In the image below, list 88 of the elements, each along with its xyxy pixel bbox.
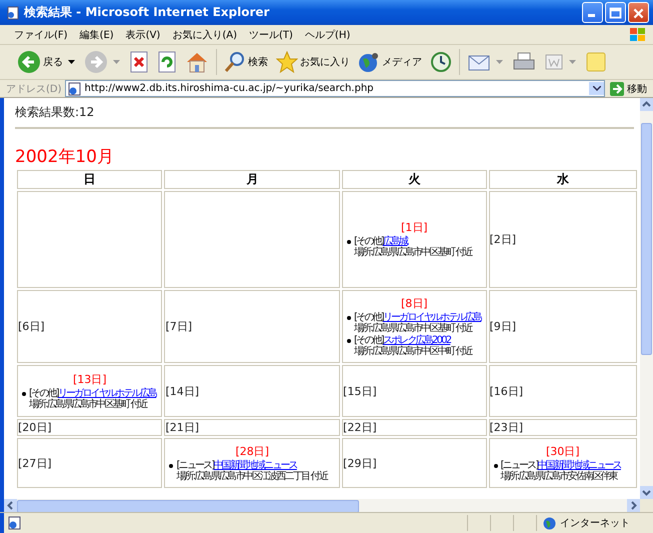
day-label: [29日] xyxy=(343,456,377,470)
favorites-button[interactable]: お気に入り xyxy=(273,49,353,75)
back-icon xyxy=(17,50,41,74)
event-place: 場所:広島県広島市中区江波西二丁目 付近 xyxy=(176,470,328,482)
day-label: [9日] xyxy=(490,320,516,333)
globe-icon xyxy=(358,51,380,73)
media-button[interactable]: メディア xyxy=(355,49,425,75)
weekday-header: 火 xyxy=(342,170,486,189)
day-label: [16日] xyxy=(490,384,524,398)
month-heading: 2002年10月 xyxy=(15,146,115,168)
search-button[interactable]: 検索 xyxy=(221,49,271,75)
bullet-icon xyxy=(169,464,174,468)
event-link[interactable]: リーガロイヤルホテル広島 xyxy=(382,312,482,322)
day-label: [2日] xyxy=(490,233,516,246)
event-place: 場所:広島県広島市中区中町 付近 xyxy=(354,346,472,356)
address-field[interactable]: http://www2.db.its.hiroshima-cu.ac.jp/~yurika/search.php xyxy=(64,80,605,97)
page-icon xyxy=(8,516,22,530)
menu-item[interactable]: ツール(T) xyxy=(243,28,299,42)
menu-item[interactable]: 表示(V) xyxy=(120,28,166,42)
bullet-icon xyxy=(494,464,498,468)
horizontal-scrollbar[interactable] xyxy=(4,499,640,512)
day-label: [20日] xyxy=(18,421,52,434)
caret-icon[interactable] xyxy=(68,60,75,64)
home-icon xyxy=(185,50,209,74)
window-title: 検索結果 - Microsoft Internet Explorer xyxy=(24,4,270,21)
menu-item[interactable]: ファイル(F) xyxy=(8,28,74,42)
day-label: [22日] xyxy=(343,421,377,434)
stop-icon xyxy=(129,51,149,73)
page-icon xyxy=(6,6,20,20)
event-link[interactable]: スポレク広島2002 xyxy=(382,334,450,346)
zone-label: インターネット xyxy=(560,517,630,530)
event-category: [その他] xyxy=(29,388,58,398)
event-place: 場所:広島県広島市中区基町 付近 xyxy=(354,247,472,258)
event-category: [その他] xyxy=(354,312,383,322)
menu-item[interactable]: 編集(E) xyxy=(74,28,120,42)
event-category: [その他] xyxy=(354,334,383,346)
menu-item[interactable]: ヘルプ(H) xyxy=(298,28,356,42)
bullet-icon xyxy=(347,316,352,320)
day-label: [21日] xyxy=(165,421,200,434)
event-place: 場所:広島県広島市中区基町 付近 xyxy=(29,398,148,410)
day-label: [1日] xyxy=(400,220,429,235)
history-icon xyxy=(430,51,452,73)
weekday-header: 日 xyxy=(17,170,162,189)
search-icon xyxy=(224,51,246,73)
day-label: [13日] xyxy=(72,372,108,386)
day-label: [23日] xyxy=(490,421,524,434)
day-label: [30日] xyxy=(544,444,581,458)
event-category: [その他] xyxy=(354,236,383,247)
note-icon xyxy=(585,51,607,73)
event-link[interactable]: 中国新聞 地域ニュース xyxy=(538,460,621,470)
bullet-icon xyxy=(22,392,26,396)
minimize-button[interactable] xyxy=(582,2,603,23)
result-count: 検索結果数:12 xyxy=(15,104,96,121)
go-button[interactable]: 移動 xyxy=(608,82,649,96)
document-icon xyxy=(544,52,564,72)
address-label: アドレス(D) xyxy=(6,82,62,96)
day-label: [8日] xyxy=(400,296,429,310)
page-icon xyxy=(68,82,82,96)
arrow-right-icon xyxy=(610,82,624,96)
refresh-icon xyxy=(157,51,177,73)
menu-item[interactable]: お気に入り(A) xyxy=(166,28,243,42)
bullet-icon xyxy=(347,338,352,342)
minimize-icon xyxy=(588,14,595,17)
day-label: [14日] xyxy=(165,384,200,398)
event-place: 場所:広島県広島市中区基町 付近 xyxy=(354,322,474,334)
event-link[interactable]: リーガロイヤルホテル広島 xyxy=(58,388,156,398)
day-label: [7日] xyxy=(165,320,192,333)
forward-icon xyxy=(84,50,108,74)
event-category: [ニュース] xyxy=(176,460,214,470)
event-category: [ニュース] xyxy=(500,460,538,470)
star-icon xyxy=(276,51,298,73)
vertical-scrollbar[interactable] xyxy=(640,98,653,499)
day-label: [27日] xyxy=(18,456,52,470)
day-label: [6日] xyxy=(18,320,45,333)
event-link[interactable]: 中国新聞 地域ニュース xyxy=(213,460,297,470)
chevron-down-icon xyxy=(592,86,600,91)
dropdown-button[interactable] xyxy=(589,82,604,95)
weekday-header: 月 xyxy=(164,170,340,189)
weekday-header: 水 xyxy=(488,170,637,189)
day-label: [15日] xyxy=(343,384,377,398)
bullet-icon xyxy=(347,240,352,244)
event-link[interactable]: 広島城 xyxy=(382,236,408,247)
day-label: [28日] xyxy=(234,444,270,458)
event-place: 場所:広島県広島市安佐南区伴東 xyxy=(500,470,618,482)
globe-icon xyxy=(543,516,556,530)
maximize-button[interactable] xyxy=(605,2,626,23)
close-button[interactable] xyxy=(628,2,649,23)
back-button[interactable]: 戻る xyxy=(14,48,66,76)
